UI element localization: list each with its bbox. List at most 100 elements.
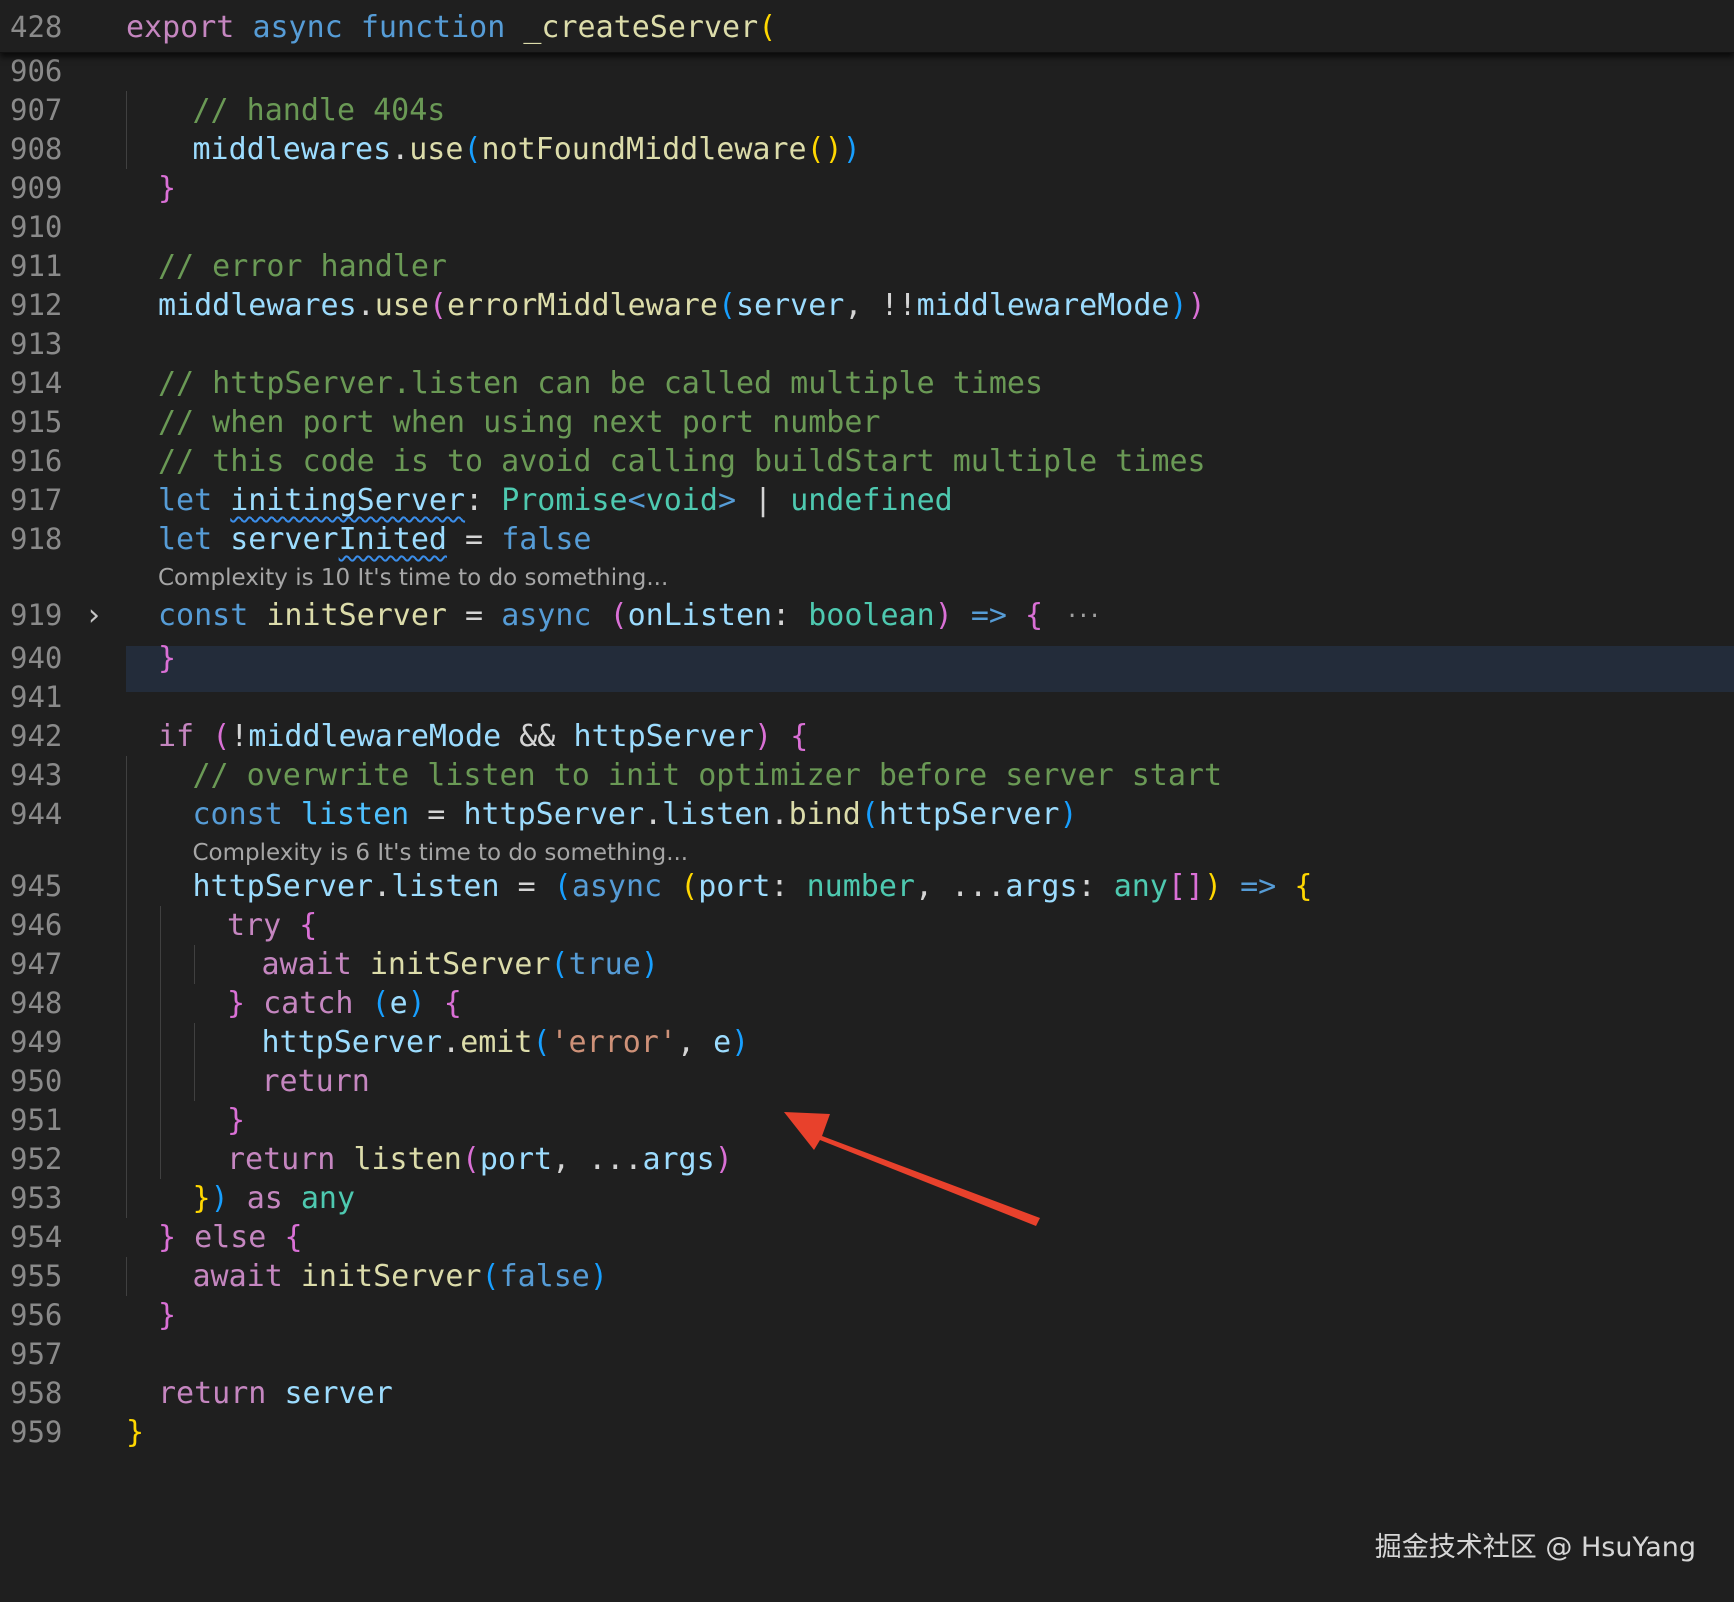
code-token: { (1025, 598, 1044, 633)
code-token: () (806, 132, 843, 167)
code-token: Promise (501, 483, 628, 518)
code-token: , (676, 1025, 714, 1060)
code-token: ( (463, 132, 482, 167)
code-line[interactable]: 907 // handle 404s (0, 89, 1734, 132)
code-token: true (568, 947, 641, 982)
code-text: } else { (158, 1216, 303, 1259)
code-text: const initServer = async (onListen: bool… (158, 594, 1102, 638)
code-token: ( (717, 288, 736, 323)
code-token: } (227, 1103, 246, 1138)
code-token: ) (1204, 869, 1223, 904)
code-token: any (1113, 869, 1168, 904)
code-token: initServer (300, 1259, 482, 1294)
code-line[interactable]: 948} catch (e) { (0, 982, 1734, 1025)
line-number: 958 (10, 1376, 63, 1410)
code-token: < (627, 483, 646, 518)
code-token: return (227, 1142, 336, 1177)
code-line[interactable]: 941 (0, 676, 1734, 719)
code-token: any (300, 1181, 356, 1216)
code-line[interactable]: 911 // error handler (0, 245, 1734, 288)
code-line[interactable]: 957 (0, 1333, 1734, 1376)
code-text: middlewares.use(errorMiddleware(server, … (158, 284, 1206, 327)
code-token: as (246, 1181, 283, 1216)
code-line[interactable]: 916 // this code is to avoid calling buil… (0, 440, 1734, 483)
code-token: { (299, 908, 318, 943)
code-token: ) (1187, 288, 1206, 323)
line-number: 914 (10, 366, 63, 400)
code-line[interactable]: 944 const listen = httpServer.listen.bind… (0, 793, 1734, 836)
indent-guide (194, 945, 195, 984)
code-token: = (499, 869, 554, 904)
line-number: 909 (10, 171, 63, 205)
code-token: => (1240, 869, 1277, 904)
code-token: } (158, 171, 177, 206)
code-token: errorMiddleware (447, 288, 718, 323)
code-token: !! (880, 288, 917, 323)
code-token: . (356, 288, 375, 323)
code-text: return listen(port, ...args) (227, 1138, 733, 1181)
code-token: { (790, 719, 809, 754)
code-token: e (389, 986, 408, 1021)
code-token: boolean (808, 598, 935, 633)
code-line[interactable]: 914 // httpServer.listen can be called mu… (0, 362, 1734, 405)
code-token: ) (1059, 797, 1078, 832)
line-number: 945 (10, 869, 63, 903)
sticky-scroll-header[interactable]: 428 export async function _createServer( (0, 0, 1734, 53)
code-token: ) (934, 598, 953, 633)
code-line[interactable]: 910 (0, 206, 1734, 249)
code-line[interactable]: 917 let initingServer: Promise<void> | un… (0, 479, 1734, 522)
code-token: initServer (369, 947, 551, 982)
code-token: ( (371, 986, 390, 1021)
fold-chevron-icon[interactable]: › (88, 594, 100, 637)
code-line[interactable]: 909} (0, 167, 1734, 210)
code-line[interactable]: 955 await initServer(false) (0, 1255, 1734, 1298)
code-token: false (499, 1259, 590, 1294)
code-line[interactable]: 956} (0, 1294, 1734, 1337)
code-token: = (409, 797, 464, 832)
code-line[interactable]: 919 › const initServer = async (onListen: … (0, 594, 1734, 637)
code-token: server (736, 288, 845, 323)
code-line[interactable]: 947 await initServer(true) (0, 943, 1734, 986)
code-text: await initServer(true) (262, 943, 659, 986)
code-editor[interactable]: 906 907// handle 404s 908 middlewares.use(n… (0, 0, 1734, 1602)
line-number: 906 (10, 54, 63, 88)
code-token: async (252, 10, 343, 45)
code-token: async (571, 869, 663, 904)
code-line[interactable]: 912 middlewares.use(errorMiddleware(serve… (0, 284, 1734, 327)
code-line[interactable]: 908 middlewares.use(notFoundMiddleware()) (0, 128, 1734, 171)
line-number: 428 (10, 10, 63, 44)
codelens-complexity[interactable]: Complexity is 10 It's time to do somethi… (158, 560, 668, 596)
code-line[interactable]: 949 httpServer.emit('error', e) (0, 1021, 1734, 1064)
code-line[interactable]: 915 // when port when using next port num… (0, 401, 1734, 444)
code-token: await (192, 1259, 283, 1294)
line-number: 943 (10, 758, 63, 792)
code-token: listen (391, 869, 500, 904)
code-line[interactable]: 942 if (!middlewareMode && httpServer) { (0, 715, 1734, 758)
code-line[interactable]: 940} (0, 637, 1734, 680)
code-line[interactable]: 943 // overwrite listen to init optimizer… (0, 754, 1734, 797)
code-token: onListen (627, 598, 773, 633)
code-line[interactable]: 959} (0, 1411, 1734, 1454)
code-token: ( (553, 869, 572, 904)
code-token: ( (680, 869, 699, 904)
code-line[interactable]: 958 return server (0, 1372, 1734, 1415)
folded-ellipsis-icon[interactable]: ··· (1043, 595, 1102, 638)
code-token: void (645, 483, 718, 518)
code-line[interactable]: 945 httpServer.listen = (async (port: num… (0, 865, 1734, 908)
code-line[interactable]: 906 (0, 50, 1734, 93)
code-token: } (158, 1298, 177, 1333)
code-line[interactable]: 913 (0, 323, 1734, 366)
code-line[interactable]: 946 try { (0, 904, 1734, 947)
code-line[interactable]: 918 let serverInited = false (0, 518, 1734, 561)
code-text: httpServer.listen = (async (port: number… (193, 865, 1313, 908)
code-comment: // overwrite listen to init optimizer be… (192, 758, 1223, 793)
